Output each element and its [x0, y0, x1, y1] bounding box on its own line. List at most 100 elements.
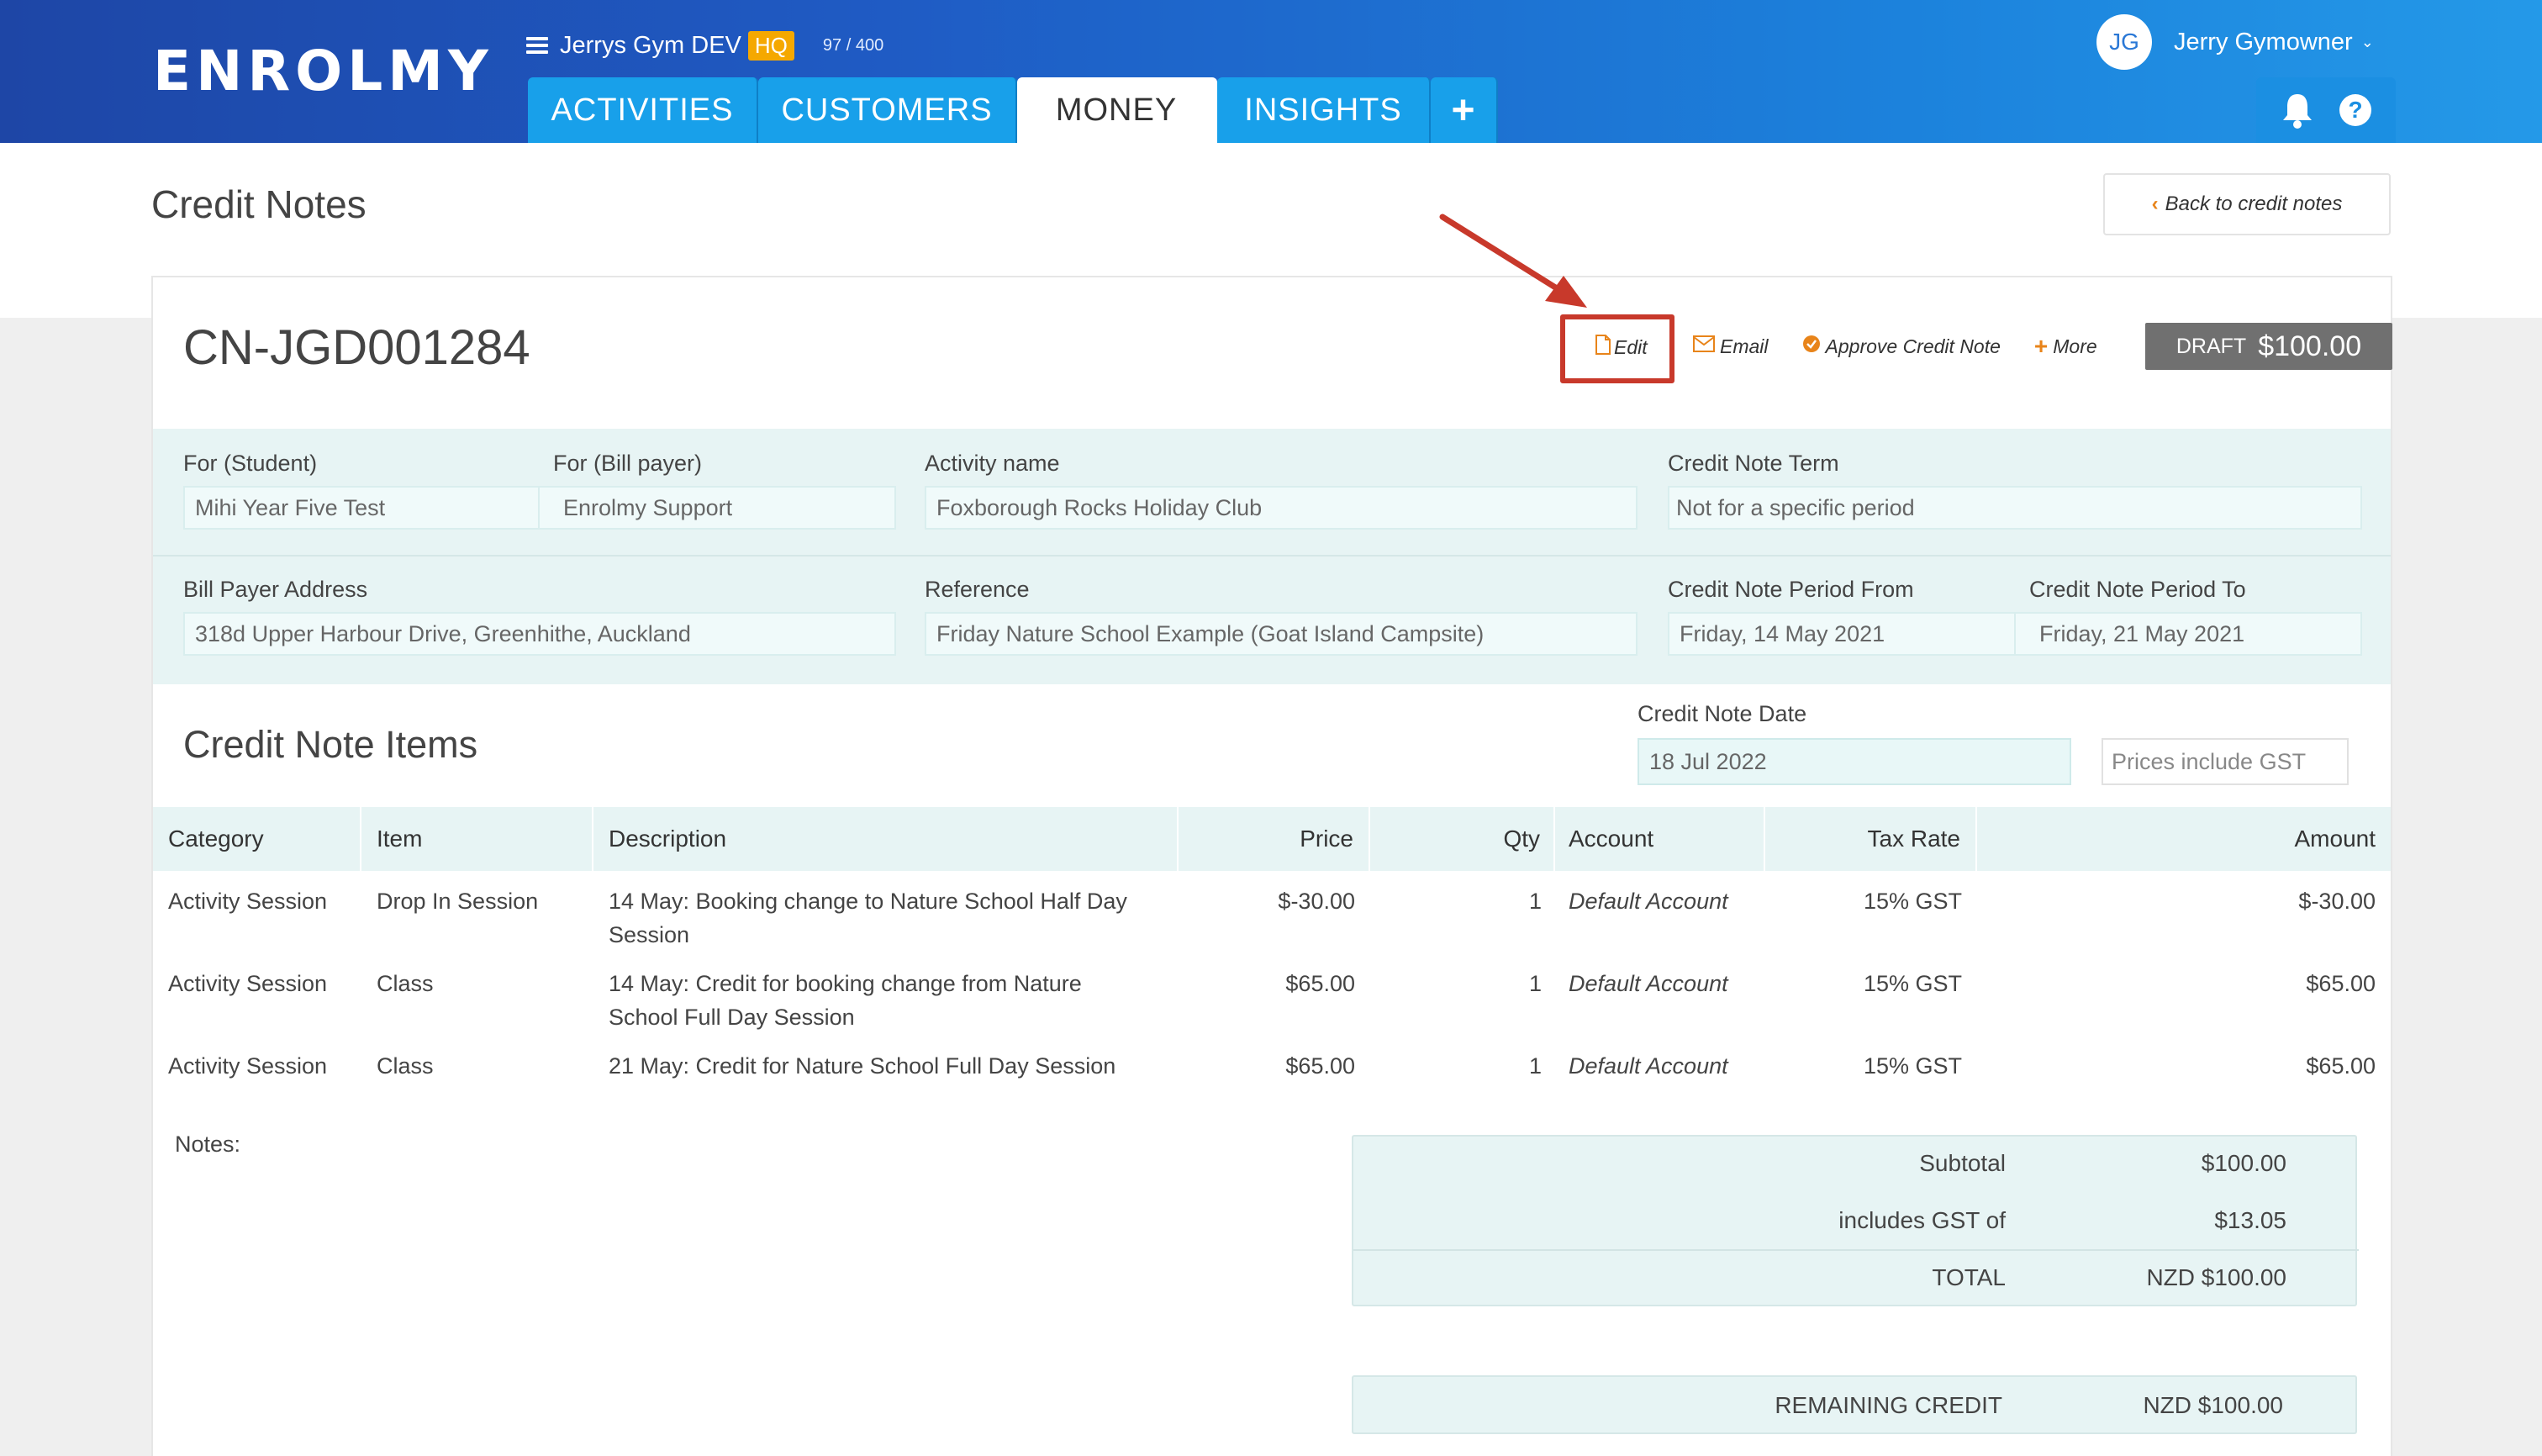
billpayer-field[interactable]: Enrolmy Support [538, 486, 896, 530]
cell-price: $65.00 [1285, 1053, 1355, 1079]
cell-price: $65.00 [1285, 971, 1355, 996]
cell-amount: $65.00 [2306, 1053, 2376, 1079]
gym-selector[interactable]: Jerrys Gym DEV HQ 97 / 400 [526, 27, 883, 64]
status-label: DRAFT [2175, 334, 2247, 358]
divider [153, 555, 2391, 557]
items-table-header: Category Item Description Price Qty Acco… [153, 807, 2391, 871]
gst-value: $13.05 [2214, 1207, 2286, 1233]
subtotal-label: Subtotal [1919, 1150, 2006, 1176]
email-button[interactable]: Email [1693, 335, 1769, 358]
user-name: Jerry Gymowner [2174, 28, 2353, 55]
envelope-icon [1693, 335, 1715, 358]
page-title: Credit Notes [151, 182, 367, 226]
edit-button[interactable]: Edit [1595, 335, 1648, 360]
address-field[interactable]: 318d Upper Harbour Drive, Greenhithe, Au… [183, 612, 896, 656]
column-tax-rate: Tax Rate [1765, 807, 1977, 871]
period-from-field[interactable]: Friday, 14 May 2021 [1668, 612, 2016, 656]
total-label: TOTAL [1932, 1264, 2006, 1290]
gst-label: includes GST of [1838, 1207, 2006, 1233]
approve-label: Approve Credit Note [1825, 335, 2001, 357]
credit-note-number: CN-JGD001284 [183, 320, 530, 375]
activity-field[interactable]: Foxborough Rocks Holiday Club [925, 486, 1638, 530]
more-button[interactable]: + More [2034, 333, 2097, 360]
check-circle-icon [1802, 335, 1821, 359]
subtotal-row: Subtotal $100.00 [1353, 1137, 2359, 1194]
period-to-label: Credit Note Period To [2029, 577, 2246, 602]
tab-insights[interactable]: INSIGHTS [1217, 77, 1431, 143]
cell-amount: $-30.00 [2298, 889, 2376, 914]
cell-item: Class [377, 1053, 434, 1079]
period-from-label: Credit Note Period From [1668, 577, 1914, 602]
cell-description-line1: 14 May: Booking change to Nature School … [609, 889, 1127, 914]
cell-tax-rate: 15% GST [1863, 889, 1962, 914]
cell-item: Drop In Session [377, 889, 539, 914]
edit-label: Edit [1614, 335, 1648, 358]
user-menu[interactable]: JG Jerry Gymowner ⌄ [2096, 13, 2374, 71]
tab-add[interactable]: + [1431, 77, 1498, 143]
back-to-credit-notes-button[interactable]: ‹ Back to credit notes [2103, 173, 2391, 235]
annotation-arrow [1439, 214, 1587, 308]
cell-category: Activity Session [168, 1053, 328, 1079]
term-field[interactable]: Not for a specific period [1668, 486, 2362, 530]
chevron-left-icon: ‹ [2151, 193, 2159, 215]
notes-label: Notes: [175, 1132, 241, 1157]
credit-note-actions: Email Approve Credit Note + More [1693, 321, 2131, 372]
remaining-credit-box: REMAINING CREDIT NZD $100.00 [1352, 1375, 2357, 1434]
total-value: NZD $100.00 [2146, 1264, 2286, 1290]
cell-tax-rate: 15% GST [1863, 1053, 1962, 1079]
cell-description-line1: 21 May: Credit for Nature School Full Da… [609, 1053, 1116, 1079]
more-label: More [2053, 335, 2097, 357]
term-label: Credit Note Term [1668, 451, 1839, 476]
cell-description-line2: School Full Day Session [609, 1005, 855, 1030]
prices-gst-select[interactable]: Prices include GST [2102, 738, 2349, 785]
cell-account: Default Account [1569, 889, 1728, 914]
totals-box: Subtotal $100.00 includes GST of $13.05 … [1352, 1135, 2359, 1308]
cell-account: Default Account [1569, 971, 1728, 996]
document-icon [1595, 335, 1611, 360]
tab-activities[interactable]: ACTIVITIES [528, 77, 758, 143]
top-navigation-bar: ENROLMY Jerrys Gym DEV HQ 97 / 400 ACTIV… [0, 0, 2542, 143]
approve-credit-note-button[interactable]: Approve Credit Note [1802, 335, 2001, 359]
cell-qty: 1 [1528, 889, 1542, 914]
menu-icon[interactable] [526, 34, 548, 57]
credit-note-date-field[interactable]: 18 Jul 2022 [1638, 738, 2071, 785]
address-label: Bill Payer Address [183, 577, 368, 602]
header-icon-group: ? [2256, 77, 2396, 143]
reference-label: Reference [925, 577, 1030, 602]
column-qty: Qty [1370, 807, 1555, 871]
billpayer-label: For (Bill payer) [553, 451, 703, 476]
activity-label: Activity name [925, 451, 1060, 476]
cell-price: $-30.00 [1278, 889, 1355, 914]
items-title: Credit Note Items [183, 723, 478, 766]
cell-qty: 1 [1528, 1053, 1542, 1079]
help-icon[interactable]: ? [2339, 94, 2371, 126]
hq-badge: HQ [747, 30, 794, 61]
tab-customers[interactable]: CUSTOMERS [758, 77, 1017, 143]
subtotal-value: $100.00 [2201, 1150, 2286, 1176]
enrolmy-logo[interactable]: ENROLMY [153, 39, 493, 103]
student-field[interactable]: Mihi Year Five Test [183, 486, 540, 530]
column-category: Category [153, 807, 361, 871]
cell-description-line1: 14 May: Credit for booking change from N… [609, 971, 1082, 996]
quota-count: 97 / 400 [822, 35, 884, 55]
cell-description-line2: Session [609, 922, 690, 947]
credit-note-card: CN-JGD001284 Edit Email Approve Credit N… [151, 276, 2392, 1456]
cell-category: Activity Session [168, 889, 328, 914]
main-tabs: ACTIVITIES CUSTOMERS MONEY INSIGHTS + [528, 77, 1498, 143]
cell-amount: $65.00 [2306, 971, 2376, 996]
cell-qty: 1 [1528, 971, 1542, 996]
status-badge: DRAFT $100.00 [2145, 323, 2392, 370]
column-description: Description [593, 807, 1179, 871]
avatar: JG [2096, 14, 2152, 70]
gym-name: Jerrys Gym DEV [560, 31, 741, 59]
cell-category: Activity Session [168, 971, 328, 996]
tab-money[interactable]: MONEY [1017, 77, 1217, 143]
remaining-credit-label: REMAINING CREDIT [1775, 1392, 2002, 1418]
bell-icon[interactable] [2281, 92, 2314, 129]
credit-note-details: For (Student) For (Bill payer) Activity … [153, 429, 2391, 684]
reference-field[interactable]: Friday Nature School Example (Goat Islan… [925, 612, 1638, 656]
total-row: TOTAL NZD $100.00 [1353, 1251, 2359, 1308]
period-to-field[interactable]: Friday, 21 May 2021 [2014, 612, 2362, 656]
gst-row: includes GST of $13.05 [1353, 1194, 2359, 1251]
column-price: Price [1179, 807, 1370, 871]
